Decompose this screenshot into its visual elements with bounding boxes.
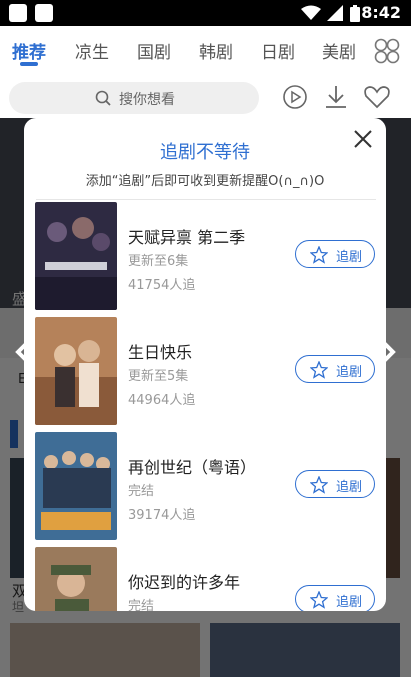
tab-american[interactable]: 美剧 bbox=[322, 38, 356, 63]
follow-button[interactable]: 追剧 bbox=[295, 585, 375, 611]
status-bar: 8:42 bbox=[0, 0, 411, 26]
close-icon[interactable] bbox=[354, 130, 372, 148]
follow-button-label: 追剧 bbox=[336, 480, 363, 495]
list-item: 生日快乐 更新至5集 44964人追 追剧 bbox=[35, 317, 375, 425]
show-episode-status: 更新至5集 bbox=[128, 369, 189, 384]
show-list: 天赋异禀 第二季 更新至6集 41754人追 追剧 生日快乐 更新至5集 449… bbox=[24, 200, 386, 611]
list-item: 再创世纪（粤语） 完结 39174人追 追剧 bbox=[35, 432, 375, 540]
search-icon bbox=[95, 90, 111, 106]
notification-icon bbox=[35, 4, 53, 22]
tab-domestic[interactable]: 国剧 bbox=[137, 38, 171, 63]
list-item: 天赋异禀 第二季 更新至6集 41754人追 追剧 bbox=[35, 202, 375, 310]
star-icon bbox=[310, 246, 328, 264]
follow-button[interactable]: 追剧 bbox=[295, 240, 375, 268]
tab-korean[interactable]: 韩剧 bbox=[199, 38, 233, 63]
signal-icon bbox=[327, 5, 343, 21]
tab-japanese[interactable]: 日剧 bbox=[261, 38, 295, 63]
dialog-subtitle: 添加“追剧”后即可收到更新提醒O(∩_∩)O bbox=[85, 174, 325, 189]
show-follower-count: 39174人追 bbox=[128, 508, 196, 523]
star-icon bbox=[310, 476, 328, 494]
show-episode-status: 更新至6集 bbox=[128, 254, 189, 269]
wifi-icon bbox=[301, 5, 321, 20]
notification-icon bbox=[9, 4, 27, 22]
search-input[interactable]: 搜你想看 bbox=[9, 82, 259, 114]
show-title: 生日快乐 bbox=[128, 343, 193, 362]
show-poster[interactable] bbox=[35, 202, 117, 310]
play-history-icon[interactable] bbox=[282, 84, 308, 110]
follow-button[interactable]: 追剧 bbox=[295, 470, 375, 498]
search-placeholder: 搜你想看 bbox=[119, 92, 175, 108]
clock: 8:42 bbox=[361, 3, 401, 22]
show-poster[interactable] bbox=[35, 547, 117, 611]
tab-indicator bbox=[20, 62, 38, 66]
search-row: 搜你想看 bbox=[0, 78, 411, 118]
follow-button-label: 追剧 bbox=[336, 250, 363, 265]
categories-icon[interactable] bbox=[374, 38, 400, 64]
show-title: 天赋异禀 第二季 bbox=[128, 228, 246, 247]
show-follower-count: 41754人追 bbox=[128, 278, 196, 293]
follow-shows-dialog: 追剧不等待 添加“追剧”后即可收到更新提醒O(∩_∩)O 天赋异禀 第二季 更新… bbox=[24, 118, 386, 611]
list-item: 你迟到的许多年 完结 追剧 bbox=[35, 547, 375, 611]
download-icon[interactable] bbox=[323, 84, 349, 110]
star-icon bbox=[310, 591, 328, 609]
favorite-icon[interactable] bbox=[363, 84, 391, 110]
star-icon bbox=[310, 361, 328, 379]
tab-recommend[interactable]: 推荐 bbox=[12, 38, 46, 63]
category-tabs: 推荐 凉生 国剧 韩剧 日剧 美剧 bbox=[0, 26, 411, 74]
battery-icon bbox=[350, 5, 360, 22]
show-title: 再创世纪（粤语） bbox=[128, 458, 257, 477]
show-follower-count: 44964人追 bbox=[128, 393, 196, 408]
follow-button[interactable]: 追剧 bbox=[295, 355, 375, 383]
show-poster[interactable] bbox=[35, 317, 117, 425]
follow-button-label: 追剧 bbox=[336, 595, 363, 610]
show-episode-status: 完结 bbox=[128, 599, 155, 611]
show-episode-status: 完结 bbox=[128, 484, 155, 499]
tab-liangsheng[interactable]: 凉生 bbox=[75, 38, 109, 63]
show-title: 你迟到的许多年 bbox=[128, 573, 241, 592]
show-poster[interactable] bbox=[35, 432, 117, 540]
dialog-title: 追剧不等待 bbox=[160, 142, 250, 163]
follow-button-label: 追剧 bbox=[336, 365, 363, 380]
